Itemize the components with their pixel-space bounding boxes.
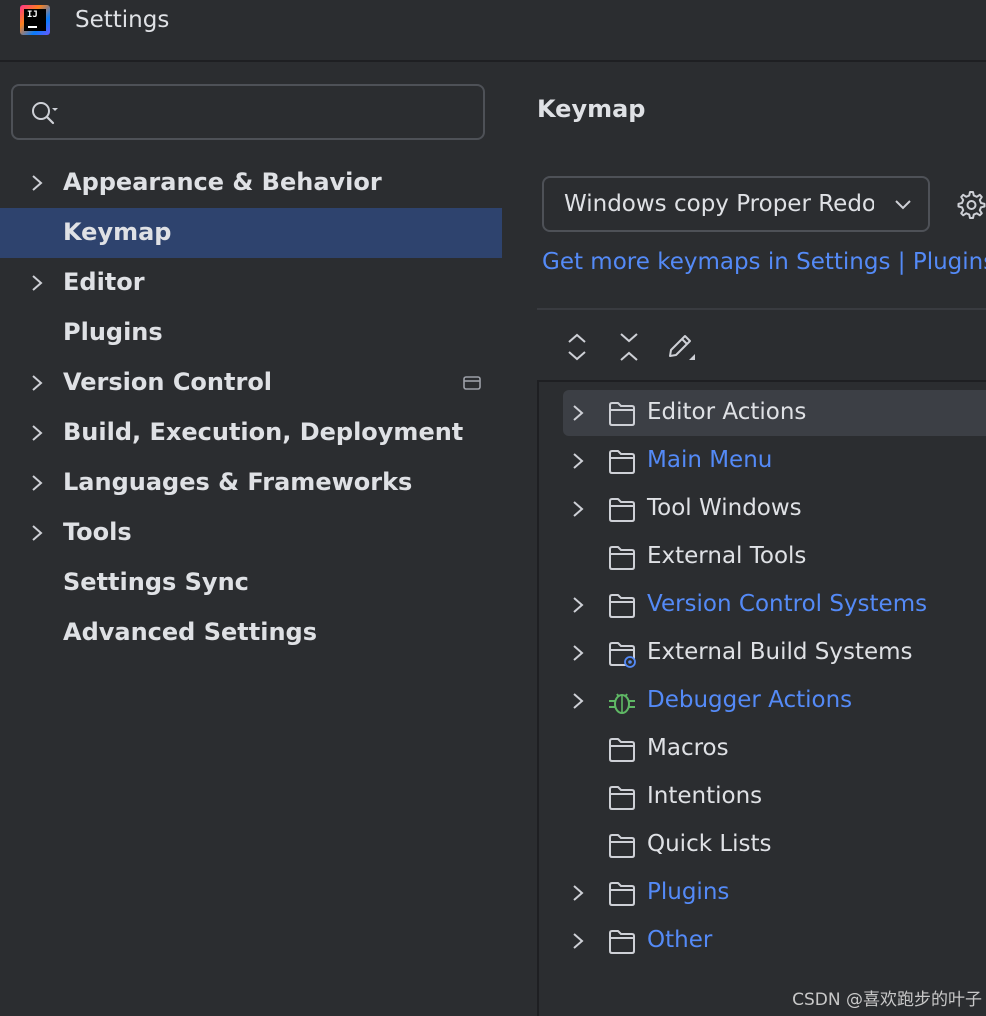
tree-node-editor-actions[interactable]: Editor Actions <box>563 390 986 436</box>
sidebar-item-label: Version Control <box>63 368 273 396</box>
keymap-tree: Editor Actions Main Menu Tool Windows Exter… <box>537 380 986 1016</box>
folder-icon <box>609 882 635 906</box>
chevron-right-icon[interactable] <box>570 499 586 519</box>
edit-shortcut-icon[interactable] <box>665 330 695 364</box>
bug-icon <box>609 693 635 714</box>
chevron-down-icon <box>895 200 911 210</box>
sidebar-item-editor[interactable]: Editor <box>0 258 502 308</box>
folder-icon <box>609 498 635 522</box>
folder-icon <box>609 738 635 762</box>
title-bar: IJ Settings <box>0 0 986 62</box>
chevron-right-icon[interactable] <box>570 595 586 615</box>
sidebar-item-label: Tools <box>63 518 132 546</box>
tree-node-label: External Tools <box>647 543 807 569</box>
sidebar-item-advanced-settings[interactable]: Advanced Settings <box>0 608 502 658</box>
intellij-logo-icon: IJ <box>20 5 50 35</box>
search-input[interactable] <box>75 96 475 128</box>
page-title: Keymap <box>537 95 646 123</box>
folder-icon <box>609 450 635 474</box>
sidebar-item-languages-frameworks[interactable]: Languages & Frameworks <box>0 458 502 508</box>
get-more-keymaps-link[interactable]: Get more keymaps in Settings | Plugins <box>542 249 986 275</box>
tree-node-label: Tool Windows <box>647 495 802 521</box>
chevron-right-icon[interactable] <box>570 451 586 471</box>
sidebar-item-label: Editor <box>63 268 145 296</box>
sidebar-item-label: Languages & Frameworks <box>63 468 413 496</box>
folder-icon <box>609 834 635 858</box>
folder-gear-icon <box>609 642 636 668</box>
sidebar-item-label: Appearance & Behavior <box>63 168 382 196</box>
tree-node-intentions[interactable]: Intentions <box>563 774 986 820</box>
chevron-right-icon[interactable] <box>28 472 46 494</box>
sidebar-item-version-control[interactable]: Version Control <box>0 358 502 408</box>
divider <box>537 308 986 310</box>
tree-node-tool-windows[interactable]: Tool Windows <box>563 486 986 532</box>
tree-node-label: Plugins <box>647 879 730 905</box>
sidebar-item-label: Keymap <box>63 218 172 246</box>
tree-node-external-tools[interactable]: External Tools <box>563 534 986 580</box>
window-title: Settings <box>75 7 170 33</box>
chevron-right-icon[interactable] <box>570 403 586 423</box>
sidebar-item-appearance-behavior[interactable]: Appearance & Behavior <box>0 158 502 208</box>
keymap-select[interactable]: Windows copy Proper Redo <box>542 176 930 232</box>
chevron-right-icon[interactable] <box>570 883 586 903</box>
chevron-right-icon[interactable] <box>28 172 46 194</box>
tree-node-other[interactable]: Other <box>563 918 986 964</box>
tree-node-label: Quick Lists <box>647 831 772 857</box>
tree-node-main-menu[interactable]: Main Menu <box>563 438 986 484</box>
search-icon <box>32 102 58 125</box>
tree-node-label: Main Menu <box>647 447 773 473</box>
sidebar-item-tools[interactable]: Tools <box>0 508 502 558</box>
folder-icon <box>609 786 635 810</box>
tree-node-label: Version Control Systems <box>647 591 928 617</box>
watermark: CSDN @喜欢跑步的叶子 <box>792 990 982 1010</box>
keymap-panel: Keymap Windows copy Proper Redo Get more… <box>502 64 986 1016</box>
settings-sidebar: Appearance & Behavior Keymap Editor Plugins… <box>0 64 502 1016</box>
sidebar-item-keymap[interactable]: Keymap <box>0 208 502 258</box>
chevron-right-icon[interactable] <box>28 272 46 294</box>
chevron-right-icon[interactable] <box>28 372 46 394</box>
chevron-right-icon[interactable] <box>570 643 586 663</box>
chevron-right-icon[interactable] <box>28 422 46 444</box>
chevron-right-icon[interactable] <box>570 691 586 711</box>
folder-icon <box>609 546 635 570</box>
project-level-icon <box>463 376 481 390</box>
sidebar-item-plugins[interactable]: Plugins <box>0 308 502 358</box>
sidebar-item-build-execution-deployment[interactable]: Build, Execution, Deployment <box>0 408 502 458</box>
sidebar-item-label: Build, Execution, Deployment <box>63 418 464 446</box>
sidebar-item-label: Plugins <box>63 318 163 346</box>
folder-icon <box>609 930 635 954</box>
chevron-right-icon[interactable] <box>570 931 586 951</box>
tree-node-label: Editor Actions <box>647 399 807 425</box>
sidebar-item-label: Settings Sync <box>63 568 249 596</box>
gear-icon[interactable] <box>954 188 986 220</box>
folder-icon <box>609 402 635 426</box>
tree-node-external-build-systems[interactable]: External Build Systems <box>563 630 986 676</box>
tree-node-plugins[interactable]: Plugins <box>563 870 986 916</box>
tree-node-quick-lists[interactable]: Quick Lists <box>563 822 986 868</box>
tree-node-debugger-actions[interactable]: Debugger Actions <box>563 678 986 724</box>
tree-node-label: External Build Systems <box>647 639 913 665</box>
tree-node-label: Debugger Actions <box>647 687 853 713</box>
tree-node-macros[interactable]: Macros <box>563 726 986 772</box>
collapse-all-icon[interactable] <box>614 330 644 364</box>
keymap-select-value: Windows copy Proper Redo <box>564 191 874 217</box>
search-box[interactable] <box>11 84 485 140</box>
folder-icon <box>609 594 635 618</box>
tree-node-label: Intentions <box>647 783 763 809</box>
sidebar-item-settings-sync[interactable]: Settings Sync <box>0 558 502 608</box>
chevron-right-icon[interactable] <box>28 522 46 544</box>
tree-node-label: Macros <box>647 735 729 761</box>
sidebar-item-label: Advanced Settings <box>63 618 318 646</box>
expand-all-icon[interactable] <box>562 330 592 364</box>
tree-node-version-control-systems[interactable]: Version Control Systems <box>563 582 986 628</box>
tree-node-label: Other <box>647 927 713 953</box>
